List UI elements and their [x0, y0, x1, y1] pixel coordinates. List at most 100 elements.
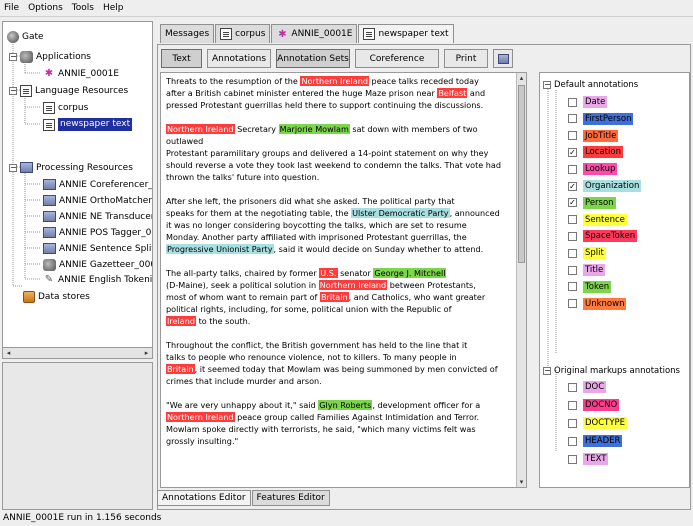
annotation-set-original[interactable]: − Original markups annotations — [543, 364, 680, 378]
annotation-type-row[interactable]: Date — [568, 95, 608, 109]
tree-node-data-stores[interactable]: Data stores — [23, 288, 90, 305]
document-text-pane[interactable]: Threats to the resumption of the Norther… — [160, 72, 527, 488]
scroll-right-icon[interactable]: ▸ — [141, 348, 152, 358]
annotation-type-row[interactable]: Lookup — [568, 162, 618, 176]
scroll-left-icon[interactable]: ◂ — [3, 348, 14, 358]
tree-node-applications[interactable]: − Applications — [9, 48, 91, 65]
annotation-checkbox[interactable]: ✓ — [568, 198, 577, 208]
annotation-checkbox[interactable] — [568, 454, 577, 464]
tab-label: Messages — [165, 29, 210, 39]
tree-item-pr[interactable]: ✎ ANNIE English Tokeni — [43, 271, 152, 288]
text-line: Progressive Unionist Party, said it woul… — [166, 243, 518, 255]
menu-options[interactable]: Options — [28, 3, 63, 13]
tree-node-label: Language Resources — [35, 85, 129, 96]
location-annotation[interactable]: Northern Ireland — [166, 412, 235, 422]
annotation-type-row[interactable]: Split — [568, 246, 606, 260]
tab-features-editor[interactable]: Features Editor — [251, 490, 330, 506]
tree-root-gate[interactable]: Gate — [7, 28, 44, 45]
search-tool-button[interactable] — [493, 49, 513, 68]
annotation-checkbox[interactable]: ✓ — [568, 147, 577, 157]
tree-item-pr[interactable]: ANNIE POS Tagger_0 — [43, 224, 151, 241]
tree-horizontal-scrollbar[interactable]: ◂ ▸ — [2, 347, 153, 359]
person-annotation[interactable]: Marjorie Mowlam — [278, 124, 350, 134]
annotation-type-row[interactable]: ✓ Person — [568, 196, 616, 210]
annotation-checkbox[interactable] — [568, 231, 577, 241]
annotation-type-row[interactable]: ✓ Location — [568, 145, 623, 159]
annotation-type-row[interactable]: JobTitle — [568, 129, 619, 143]
annotation-checkbox[interactable] — [568, 418, 577, 428]
organization-annotation[interactable]: Ulster Democratic Party — [351, 208, 450, 218]
organization-annotation[interactable]: Progressive Unionist Party — [166, 244, 274, 254]
annotation-type-row[interactable]: SpaceToken — [568, 229, 638, 243]
tree-item-pr[interactable]: ANNIE OrthoMatcher_ — [43, 192, 152, 209]
menu-help[interactable]: Help — [103, 3, 124, 13]
tree-item-corpus[interactable]: corpus — [43, 99, 88, 116]
annotation-checkbox[interactable] — [568, 248, 577, 258]
location-annotation[interactable]: Britain — [166, 364, 195, 374]
annotation-type-row[interactable]: Title — [568, 263, 606, 277]
annotation-checkbox[interactable]: ✓ — [568, 181, 577, 191]
annotation-type-row[interactable]: Unknown — [568, 297, 627, 311]
menu-tools[interactable]: Tools — [72, 3, 94, 13]
annotation-type-row[interactable]: DOC — [568, 380, 607, 394]
annotation-type-row[interactable]: DOCNO — [568, 398, 620, 412]
annotation-checkbox[interactable] — [568, 114, 577, 124]
tab-messages[interactable]: Messages — [160, 24, 215, 43]
annotation-checkbox[interactable] — [568, 215, 577, 225]
collapse-toggle-icon[interactable]: − — [9, 52, 17, 61]
annotation-checkbox[interactable] — [568, 131, 577, 141]
location-annotation[interactable]: U.S. — [319, 268, 338, 278]
scroll-up-icon[interactable]: ▴ — [517, 73, 526, 83]
person-annotation[interactable]: Glyn Roberts — [318, 400, 373, 410]
location-annotation[interactable]: Northern Ireland — [318, 280, 388, 290]
tab-annie-app[interactable]: ✱ ANNIE_0001E — [271, 24, 358, 43]
collapse-toggle-icon[interactable]: − — [9, 86, 17, 95]
annotation-type-row[interactable]: DOCTYPE — [568, 416, 628, 430]
annotation-checkbox[interactable] — [568, 265, 577, 275]
tree-item-pr[interactable]: ANNIE Sentence Split — [43, 240, 152, 257]
annotation-checkbox[interactable] — [568, 400, 577, 410]
annotation-type-row[interactable]: ✓ Organization — [568, 179, 642, 193]
person-annotation[interactable]: George J. Mitchell — [373, 268, 447, 278]
text-toggle-button[interactable]: Text — [161, 49, 202, 68]
location-annotation[interactable]: Britain — [319, 292, 349, 302]
collapse-toggle-icon[interactable]: − — [543, 367, 551, 375]
location-annotation[interactable]: Northern Ireland — [300, 76, 369, 86]
annotation-checkbox[interactable] — [568, 299, 577, 309]
annotation-type-row[interactable]: Sentence — [568, 213, 627, 227]
annotation-sets-toggle-button[interactable]: Annotation Sets — [276, 49, 350, 68]
tree-item-pr[interactable]: ANNIE NE Transducer — [43, 208, 152, 225]
scroll-thumb[interactable] — [518, 85, 525, 263]
annotation-type-row[interactable]: Token — [568, 280, 612, 294]
annotation-type-row[interactable]: TEXT — [568, 452, 609, 466]
tree-node-language-resources[interactable]: − Language Resources — [9, 82, 128, 99]
annotation-type-row[interactable]: FirstPerson — [568, 112, 634, 126]
annotation-checkbox[interactable] — [568, 282, 577, 292]
tab-newspaper-text[interactable]: newspaper text — [358, 24, 454, 43]
text-vertical-scrollbar[interactable]: ▴ ▾ — [516, 73, 526, 487]
annotation-type-row[interactable]: HEADER — [568, 434, 623, 448]
tab-annotations-editor[interactable]: Annotations Editor — [157, 490, 251, 506]
processing-resource-icon — [43, 243, 56, 254]
tree-item-newspaper-text[interactable]: newspaper text — [43, 116, 133, 133]
collapse-toggle-icon[interactable]: − — [9, 163, 17, 172]
location-annotation[interactable]: Belfast — [437, 88, 468, 98]
annotations-toggle-button[interactable]: Annotations — [207, 49, 271, 68]
coreference-toggle-button[interactable]: Coreference — [355, 49, 439, 68]
viewer-toolbar: Text Annotations Annotation Sets Corefer… — [161, 48, 518, 69]
tree-item-annie-app[interactable]: ✱ ANNIE_0001E — [43, 65, 119, 82]
tab-corpus[interactable]: corpus — [215, 24, 271, 43]
scroll-down-icon[interactable]: ▾ — [517, 477, 526, 487]
annotation-set-default[interactable]: − Default annotations — [543, 78, 638, 92]
annotation-checkbox[interactable] — [568, 164, 577, 174]
tree-item-pr[interactable]: ANNIE Coreferencer_( — [43, 176, 152, 193]
print-button[interactable]: Print — [444, 49, 488, 68]
tree-node-processing-resources[interactable]: − Processing Resources — [9, 159, 133, 176]
annotation-checkbox[interactable] — [568, 436, 577, 446]
location-annotation[interactable]: Northern Ireland — [166, 124, 235, 134]
collapse-toggle-icon[interactable]: − — [543, 81, 551, 89]
annotation-checkbox[interactable] — [568, 97, 577, 107]
annotation-checkbox[interactable] — [568, 382, 577, 392]
location-annotation[interactable]: Ireland — [166, 316, 196, 326]
menu-file[interactable]: File — [4, 3, 19, 13]
